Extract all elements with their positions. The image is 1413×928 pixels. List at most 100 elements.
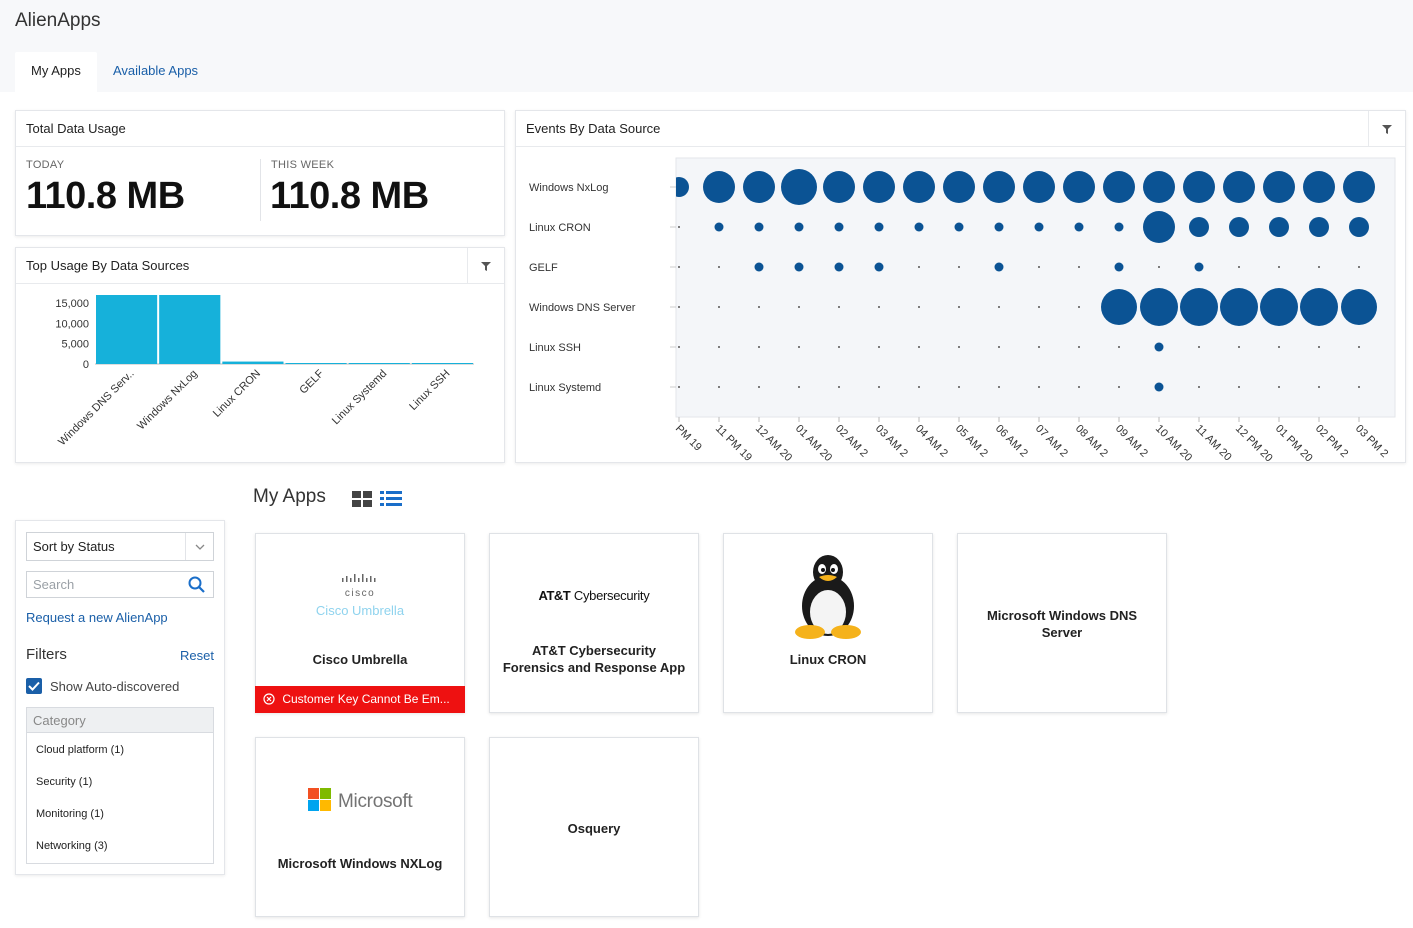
bubble[interactable] (754, 262, 764, 272)
bubble[interactable] (781, 169, 817, 205)
bubble[interactable] (758, 346, 760, 348)
bubble[interactable] (1101, 289, 1137, 325)
bubble[interactable] (918, 386, 920, 388)
filter-icon[interactable] (1368, 111, 1405, 147)
bubble[interactable] (958, 346, 960, 348)
bubble[interactable] (678, 266, 680, 268)
bubble[interactable] (1343, 171, 1375, 203)
app-card-ms-nxlog[interactable]: Microsoft Microsoft Windows NXLog (255, 737, 465, 917)
category-item[interactable]: Networking (3) (36, 840, 108, 852)
bubble[interactable] (878, 386, 880, 388)
bubble[interactable] (874, 222, 884, 232)
bubble[interactable] (1023, 171, 1055, 203)
bubble[interactable] (994, 222, 1004, 232)
bubble[interactable] (718, 266, 720, 268)
bubble[interactable] (1263, 171, 1295, 203)
bubble[interactable] (998, 386, 1000, 388)
bar[interactable] (285, 363, 347, 364)
bubble[interactable] (958, 386, 960, 388)
bubble[interactable] (678, 346, 680, 348)
search-icon[interactable] (188, 576, 205, 598)
bubble[interactable] (1154, 382, 1164, 392)
bubble[interactable] (1034, 222, 1044, 232)
bubble[interactable] (703, 171, 735, 203)
bubble[interactable] (1198, 386, 1200, 388)
bubble[interactable] (874, 262, 884, 272)
sort-select[interactable]: Sort by Status (26, 532, 214, 561)
bubble[interactable] (994, 262, 1004, 272)
tab-available-apps[interactable]: Available Apps (97, 52, 214, 92)
app-card-cisco-umbrella[interactable]: cisco Cisco Umbrella Cisco Umbrella Cust… (255, 533, 465, 713)
bubble[interactable] (1278, 386, 1280, 388)
tab-my-apps[interactable]: My Apps (15, 52, 97, 92)
bubble[interactable] (1198, 346, 1200, 348)
bubble[interactable] (1238, 266, 1240, 268)
bubble[interactable] (838, 386, 840, 388)
bubble[interactable] (863, 171, 895, 203)
app-card-osquery[interactable]: Osquery (489, 737, 699, 917)
bubble[interactable] (958, 306, 960, 308)
bubble[interactable] (958, 266, 960, 268)
bubble[interactable] (718, 346, 720, 348)
bubble[interactable] (1078, 386, 1080, 388)
bar[interactable] (222, 361, 284, 364)
bubble[interactable] (878, 346, 880, 348)
bubble[interactable] (758, 306, 760, 308)
bubble[interactable] (1341, 289, 1377, 325)
bubble[interactable] (1278, 266, 1280, 268)
bubble[interactable] (1038, 386, 1040, 388)
bubble[interactable] (1038, 346, 1040, 348)
bubble[interactable] (823, 171, 855, 203)
bubble[interactable] (983, 171, 1015, 203)
bar[interactable] (159, 295, 221, 364)
bubble[interactable] (903, 171, 935, 203)
bubble[interactable] (1238, 386, 1240, 388)
bubble[interactable] (714, 222, 724, 232)
bubble[interactable] (918, 346, 920, 348)
bubble[interactable] (743, 171, 775, 203)
bubble[interactable] (1229, 217, 1249, 237)
bubble[interactable] (1194, 262, 1204, 272)
chevron-down-icon[interactable] (185, 533, 213, 560)
bubble[interactable] (1114, 262, 1124, 272)
show-auto-checkbox[interactable] (26, 678, 42, 694)
error-banner[interactable]: Customer Key Cannot Be Em... (255, 686, 465, 713)
bubble[interactable] (754, 222, 764, 232)
bubble[interactable] (798, 386, 800, 388)
bubble[interactable] (954, 222, 964, 232)
bubble[interactable] (1180, 288, 1218, 326)
bubble[interactable] (678, 306, 680, 308)
bubble[interactable] (1238, 346, 1240, 348)
app-card-att-cybersecurity[interactable]: AT&T Cybersecurity AT&T Cybersecurity Fo… (489, 533, 699, 713)
bar[interactable] (348, 363, 410, 364)
bubble[interactable] (1078, 266, 1080, 268)
bubble[interactable] (1300, 288, 1338, 326)
bubble[interactable] (1223, 171, 1255, 203)
bubble[interactable] (1118, 386, 1120, 388)
list-view-icon[interactable] (380, 491, 402, 512)
bubble[interactable] (1278, 346, 1280, 348)
request-app-link[interactable]: Request a new AlienApp (26, 610, 168, 625)
bubble[interactable] (1063, 171, 1095, 203)
bubble[interactable] (1038, 306, 1040, 308)
bubble[interactable] (1038, 266, 1040, 268)
bubble[interactable] (1309, 217, 1329, 237)
bubble[interactable] (1143, 171, 1175, 203)
bubble[interactable] (838, 346, 840, 348)
bubble[interactable] (1140, 288, 1178, 326)
app-card-linux-cron[interactable]: Linux CRON (723, 533, 933, 713)
category-item[interactable]: Monitoring (1) (36, 808, 104, 820)
bubble[interactable] (998, 306, 1000, 308)
bubble[interactable] (718, 386, 720, 388)
bubble[interactable] (1078, 346, 1080, 348)
app-card-ms-dns[interactable]: Microsoft Windows DNS Server (957, 533, 1167, 713)
bubble[interactable] (1078, 306, 1080, 308)
bubble[interactable] (798, 346, 800, 348)
bubble[interactable] (943, 171, 975, 203)
bubble[interactable] (1358, 346, 1360, 348)
bubble[interactable] (1143, 211, 1175, 243)
bubble[interactable] (1074, 222, 1084, 232)
bubble[interactable] (1358, 266, 1360, 268)
bubble[interactable] (794, 262, 804, 272)
bubble[interactable] (1260, 288, 1298, 326)
